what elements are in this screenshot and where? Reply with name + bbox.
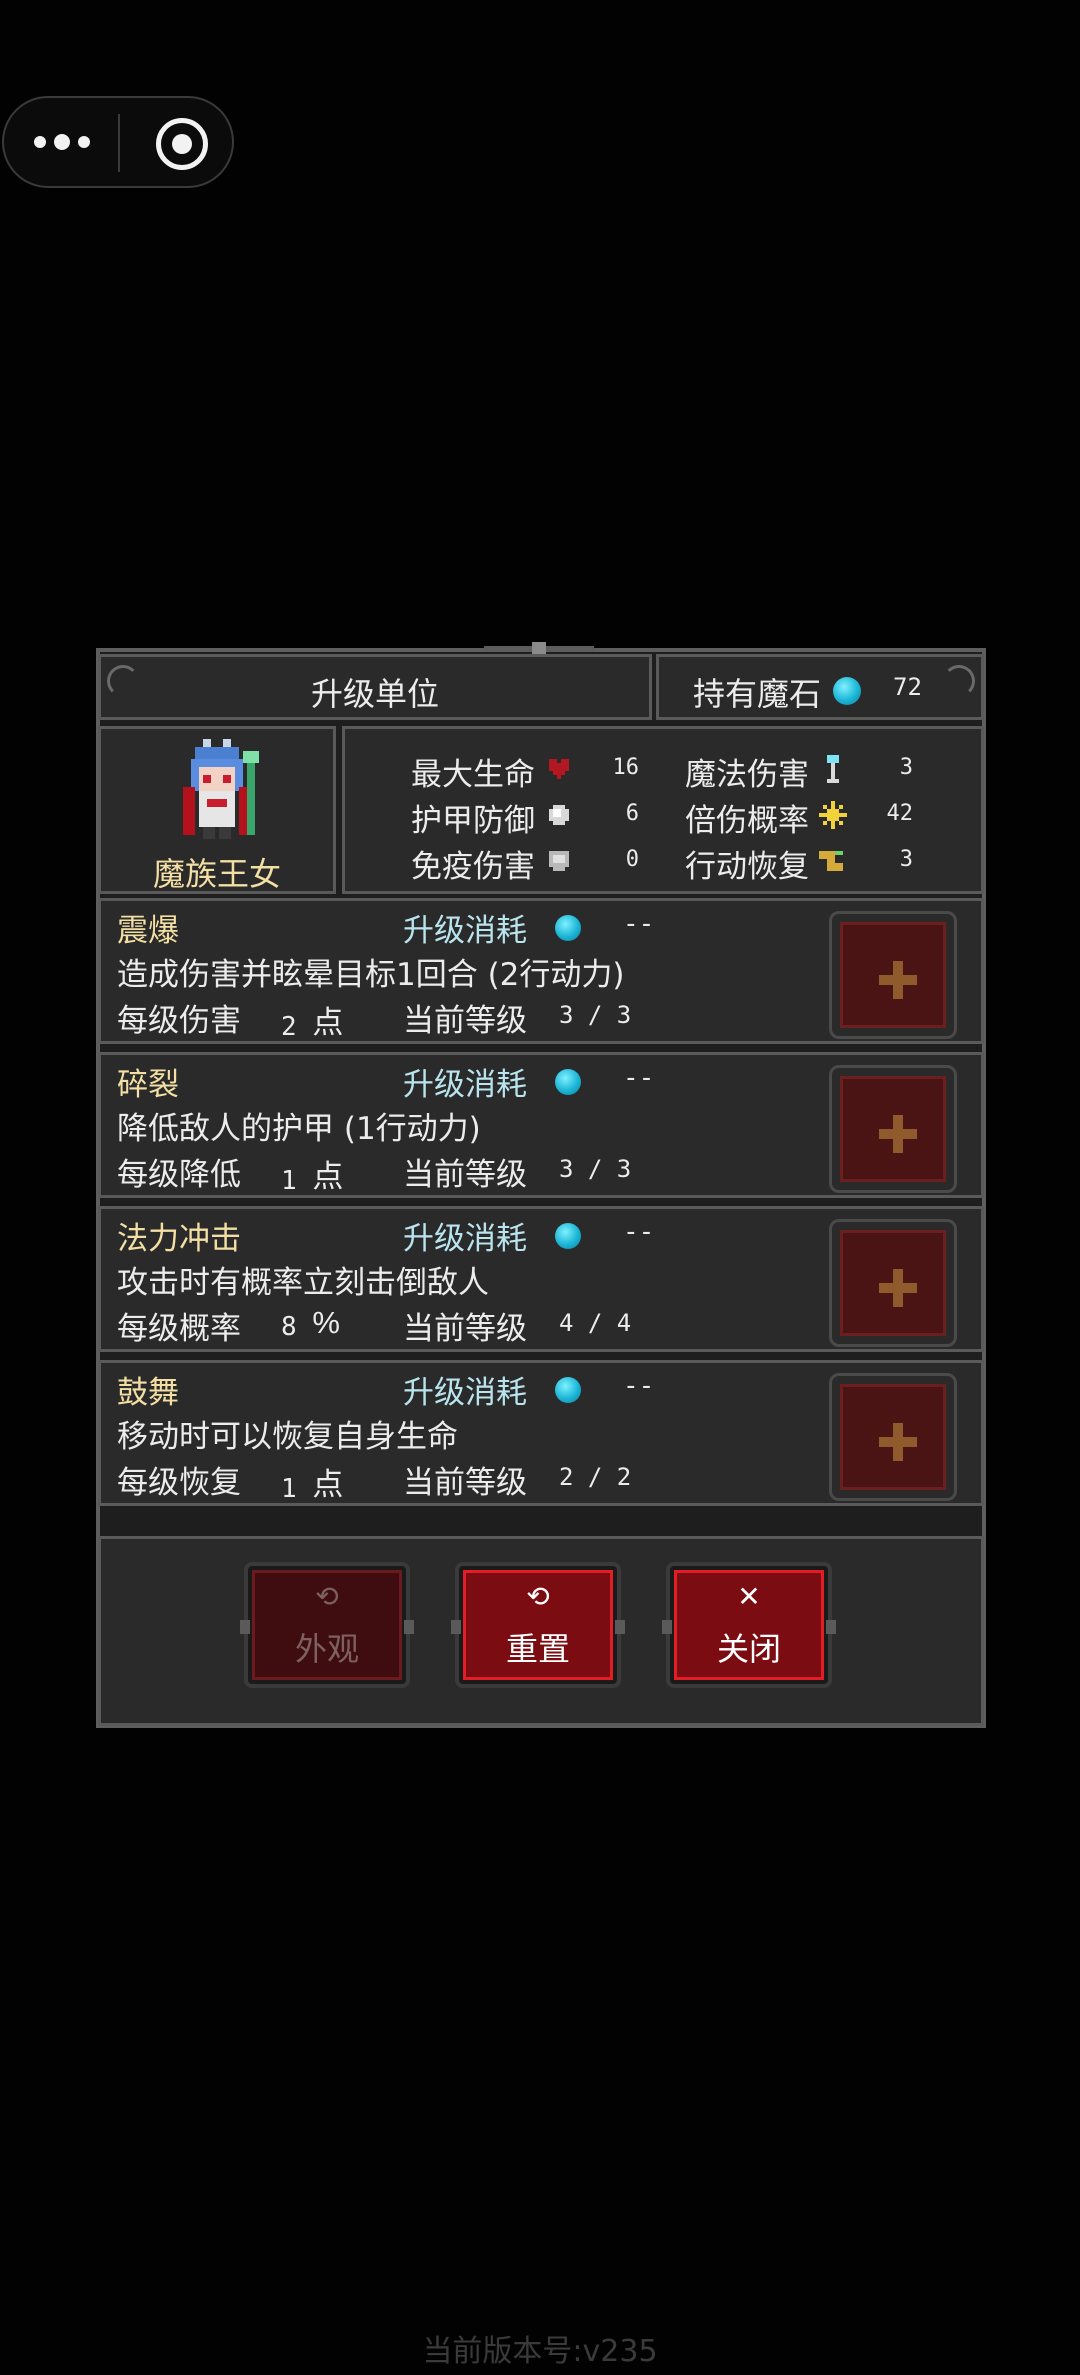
per-level-label: 每级伤害 (117, 1003, 241, 1039)
current-level-label: 当前等级 (403, 1003, 527, 1039)
panel-title-bar: 升级单位 (98, 654, 652, 720)
mana-stone-icon (555, 1069, 581, 1095)
close-button[interactable]: ✕ 关闭 (662, 1562, 836, 1688)
appearance-button[interactable]: ⟲ 外观 (240, 1562, 414, 1688)
mana-stone-icon (555, 915, 581, 941)
per-level-value: 8 % (281, 1305, 340, 1342)
skill-description: 降低敌人的护甲 (1行动力) (117, 1111, 481, 1147)
stat-value: 3 (899, 755, 913, 780)
current-level-label: 当前等级 (403, 1311, 527, 1347)
heart-icon (549, 759, 569, 779)
upgrade-cost-label: 升级消耗 (403, 1375, 527, 1411)
refresh-icon: ⟲ (526, 1580, 550, 1613)
panel-title: 升级单位 (310, 675, 439, 713)
stat-value: 42 (886, 801, 914, 826)
current-level-value: 4 / 4 (559, 1309, 632, 1337)
current-level-label: 当前等级 (403, 1157, 527, 1193)
upgrade-cost-value: -- (623, 1371, 655, 1401)
skill-row: 震爆 升级消耗 -- 造成伤害并眩晕目标1回合 (2行动力) 每级伤害 2 点 … (98, 898, 984, 1044)
appearance-button-label: 外观 (294, 1630, 359, 1668)
mana-stone-label: 持有魔石 (693, 675, 822, 713)
skill-row: 法力冲击 升级消耗 -- 攻击时有概率立刻击倒敌人 每级概率 8 % 当前等级 … (98, 1206, 984, 1352)
corner-ornament (943, 665, 975, 697)
upgrade-cost-label: 升级消耗 (403, 1067, 527, 1103)
current-level-value: 3 / 3 (559, 1155, 632, 1183)
skill-description: 移动时可以恢复自身生命 (117, 1419, 458, 1455)
skill-name: 法力冲击 (117, 1221, 241, 1257)
miniprogram-capsule (2, 96, 234, 188)
per-level-value: 2 点 (281, 1005, 344, 1042)
upgrade-cost-label: 升级消耗 (403, 913, 527, 949)
upgrade-skill-button[interactable] (829, 1219, 957, 1347)
current-level-value: 2 / 2 (559, 1463, 632, 1491)
upgrade-skill-button[interactable] (829, 1065, 957, 1193)
staff-icon (827, 755, 839, 783)
burst-icon (819, 801, 847, 829)
stat-label: 免疫伤害 (411, 849, 535, 885)
hero-name: 魔族王女 (152, 855, 281, 893)
hero-stats: 最大生命 16 护甲防御 6 免疫伤害 0 魔法伤害 3 倍伤概率 42 行动恢… (342, 726, 984, 894)
per-level-value: 1 点 (281, 1159, 344, 1196)
armor-icon (549, 805, 569, 825)
current-level-value: 3 / 3 (559, 1001, 632, 1029)
capsule-divider (118, 114, 120, 172)
skill-name: 鼓舞 (117, 1375, 179, 1411)
upgrade-cost-label: 升级消耗 (403, 1221, 527, 1257)
version-label: 当前版本号:v235 (422, 2334, 658, 2369)
boot-icon (819, 851, 843, 871)
stat-label: 最大生命 (411, 757, 535, 793)
per-level-label: 每级概率 (117, 1311, 241, 1347)
skill-description: 造成伤害并眩晕目标1回合 (2行动力) (117, 957, 625, 993)
upgrade-cost-value: -- (623, 1063, 655, 1093)
stat-label: 魔法伤害 (685, 757, 809, 793)
skill-description: 攻击时有概率立刻击倒敌人 (117, 1265, 489, 1301)
stat-label: 行动恢复 (685, 849, 809, 885)
mana-stone-icon (555, 1223, 581, 1249)
upgrade-cost-value: -- (623, 1217, 655, 1247)
stat-value: 0 (625, 847, 639, 872)
close-icon: ✕ (737, 1580, 761, 1613)
skill-row: 鼓舞 升级消耗 -- 移动时可以恢复自身生命 每级恢复 1 点 当前等级 2 /… (98, 1360, 984, 1506)
upgrade-cost-value: -- (623, 909, 655, 939)
upgrade-skill-button[interactable] (829, 1373, 957, 1501)
mana-stone-icon (833, 677, 861, 705)
skill-name: 碎裂 (117, 1067, 179, 1103)
stat-label: 倍伤概率 (685, 803, 809, 839)
mana-stone-icon (555, 1377, 581, 1403)
refresh-icon: ⟲ (315, 1580, 339, 1613)
mana-stone-count: 72 (893, 673, 922, 701)
mana-stone-bar: 持有魔石 72 (656, 654, 984, 720)
upgrade-skill-button[interactable] (829, 911, 957, 1039)
stat-value: 16 (612, 755, 640, 780)
reset-button-label: 重置 (505, 1630, 570, 1668)
per-level-label: 每级恢复 (117, 1465, 241, 1501)
stat-value: 6 (625, 801, 639, 826)
stat-label: 护甲防御 (411, 803, 535, 839)
more-icon[interactable] (34, 128, 90, 156)
hero-portrait (183, 739, 259, 839)
shield-icon (549, 851, 569, 871)
close-miniprogram-icon[interactable] (156, 118, 208, 170)
per-level-label: 每级降低 (117, 1157, 241, 1193)
skill-name: 震爆 (117, 913, 179, 949)
stat-value: 3 (899, 847, 913, 872)
current-level-label: 当前等级 (403, 1465, 527, 1501)
reset-button[interactable]: ⟲ 重置 (451, 1562, 625, 1688)
hero-card: 魔族王女 (98, 726, 336, 894)
per-level-value: 1 点 (281, 1467, 344, 1504)
close-button-label: 关闭 (716, 1630, 781, 1668)
skill-row: 碎裂 升级消耗 -- 降低敌人的护甲 (1行动力) 每级降低 1 点 当前等级 … (98, 1052, 984, 1198)
